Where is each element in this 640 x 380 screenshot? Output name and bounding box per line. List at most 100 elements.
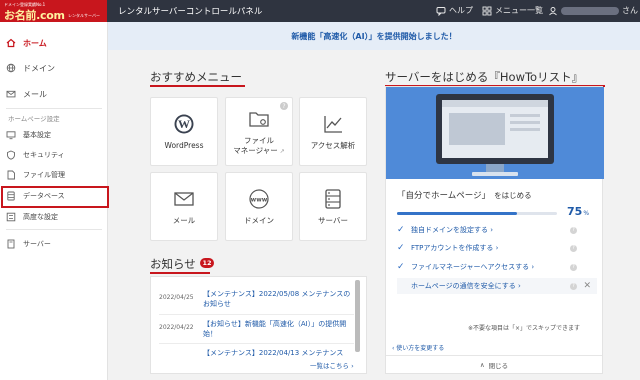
- news-link[interactable]: 【メンテナンス】2022/05/08 メンテナンスのお知らせ: [203, 289, 353, 309]
- help-icon[interactable]: ?: [570, 244, 577, 252]
- card-wordpress[interactable]: W WordPress: [150, 97, 218, 166]
- card-access-analytics[interactable]: アクセス解析: [299, 97, 367, 166]
- sidebar-item-file-manager[interactable]: ファイル管理: [0, 167, 108, 183]
- wordpress-icon: W: [172, 112, 196, 136]
- sidebar-item-home[interactable]: ホーム: [0, 32, 108, 54]
- howto-goal-main: 「自分でホームページ」: [397, 191, 491, 201]
- server-icon: [6, 239, 16, 249]
- news-scrollbar[interactable]: [355, 280, 360, 352]
- help-chat-icon: [436, 6, 446, 16]
- sidebar-item-label: ドメイン: [23, 63, 55, 73]
- news-separator: [159, 314, 354, 315]
- task-label[interactable]: ホームページの通信を安全にする ›: [411, 281, 521, 291]
- card-label: ドメイン: [244, 216, 274, 226]
- shield-icon: [6, 150, 16, 160]
- howto-task[interactable]: ホームページの通信を安全にする › ? ✕: [397, 278, 597, 294]
- help-icon[interactable]: ?: [280, 102, 288, 110]
- user-menu[interactable]: さん: [548, 5, 638, 16]
- recommended-title: おすすめメニュー: [150, 70, 242, 84]
- sidebar-item-label: 高度な設定: [23, 213, 58, 221]
- news-separator: [159, 343, 354, 344]
- news-link[interactable]: 【お知らせ】新機能「高速化（AI）」の提供開始！: [203, 319, 353, 339]
- progress-track: [397, 212, 557, 215]
- progress-value: 75: [567, 205, 583, 218]
- sidebar-item-basic-settings[interactable]: 基本設定: [0, 127, 108, 143]
- user-name-redacted: [561, 6, 619, 15]
- progress-percent: 75%: [567, 205, 589, 218]
- card-label-line1: ファイル: [243, 136, 274, 146]
- close-icon[interactable]: ✕: [583, 281, 591, 291]
- sidebar-divider: [6, 229, 102, 230]
- news-date: 2022/04/22: [159, 324, 194, 331]
- envelope-icon: [6, 89, 16, 99]
- chevron-up-icon: ∧: [479, 360, 485, 369]
- help-icon[interactable]: ?: [570, 282, 577, 290]
- sidebar-section-label: ホームページ設定: [8, 115, 60, 123]
- card-server[interactable]: サーバー: [299, 172, 367, 241]
- user-icon: [549, 6, 557, 15]
- card-mail[interactable]: メール: [150, 172, 218, 241]
- card-label: アクセス解析: [310, 141, 356, 151]
- logo-sub: レンタルサーバー: [68, 13, 100, 18]
- monitor-icon: [6, 130, 16, 140]
- onamae-logo[interactable]: ドメイン登録実績No.1 お名前.com レンタルサーバー: [0, 0, 107, 22]
- help-icon[interactable]: ?: [570, 226, 577, 234]
- monitor-illustration: [386, 87, 604, 179]
- card-label: WordPress: [164, 141, 204, 151]
- sidebar-item-mail[interactable]: メール: [0, 83, 108, 105]
- menu-list-link[interactable]: メニュー一覧: [482, 5, 543, 16]
- card-label: ファイル マネージャー ↗: [233, 136, 285, 156]
- logo-brand: お名前.com: [4, 9, 65, 22]
- task-label[interactable]: ファイルマネージャーへアクセスする ›: [411, 262, 534, 272]
- notice-banner[interactable]: 新機能「高速化（AI）」を提供開始しました！: [108, 22, 640, 50]
- change-usage-link[interactable]: ‹ 使い方を変更する: [392, 343, 444, 352]
- check-icon: ✓: [397, 243, 405, 253]
- howto-goal: 「自分でホームページ」 をはじめる: [397, 189, 532, 201]
- sidebar-item-server[interactable]: サーバー: [0, 236, 108, 252]
- howto-panel: 「自分でホームページ」 をはじめる 75% ✓ 独自ドメインを設定する › ? ✓…: [385, 86, 604, 374]
- card-label-line2: マネージャー: [233, 145, 278, 155]
- help-icon[interactable]: ?: [570, 263, 577, 271]
- svg-text:W: W: [178, 117, 190, 131]
- user-suffix: さん: [622, 6, 638, 15]
- news-underline: [150, 272, 210, 274]
- sidebar-item-domain[interactable]: ドメイン: [0, 57, 108, 79]
- grid-icon: [482, 6, 492, 15]
- howto-task[interactable]: ✓ FTPアカウントを作成する › ?: [397, 240, 597, 256]
- sidebar-item-label: ホーム: [23, 38, 47, 48]
- howto-title: サーバーをはじめる『HowToリスト』: [385, 70, 584, 84]
- top-header: ドメイン登録実績No.1 お名前.com レンタルサーバー レンタルサーバーコン…: [0, 0, 640, 22]
- news-date: 2022/04/25: [159, 294, 194, 301]
- task-label[interactable]: FTPアカウントを作成する ›: [411, 243, 498, 253]
- sidebar-item-advanced[interactable]: 高度な設定: [0, 209, 108, 225]
- howto-task[interactable]: ✓ 独自ドメインを設定する › ?: [397, 222, 597, 238]
- news-count-badge: 12: [200, 258, 214, 268]
- www-globe-icon: www: [247, 187, 271, 211]
- card-file-manager[interactable]: ? ファイル マネージャー ↗: [225, 97, 293, 166]
- help-link[interactable]: ヘルプ: [436, 5, 473, 16]
- news-link[interactable]: 【メンテナンス】2022/04/13 メンテナンス: [203, 348, 353, 358]
- home-icon: [6, 38, 16, 48]
- sidebar-item-label: セキュリティ: [23, 151, 65, 159]
- news-more-link[interactable]: 一覧はこちら ›: [310, 360, 354, 370]
- check-icon: ✓: [397, 262, 405, 272]
- howto-note: ※不要な項目は「×」でスキップできます: [468, 325, 581, 332]
- recommended-underline: [150, 85, 245, 87]
- news-title: お知らせ: [150, 257, 196, 271]
- card-label: サーバー: [318, 216, 348, 226]
- howto-hero: [386, 87, 604, 179]
- sidebar-item-security[interactable]: セキュリティ: [0, 147, 108, 163]
- server-icon: [321, 187, 345, 211]
- task-label[interactable]: 独自ドメインを設定する ›: [411, 225, 493, 235]
- howto-close-button[interactable]: ∧ 閉じる: [386, 355, 602, 373]
- progress-fill: [397, 212, 517, 215]
- sidebar-item-label: サーバー: [23, 240, 51, 248]
- external-link-icon: ↗: [279, 147, 285, 155]
- svg-text:www: www: [251, 197, 268, 204]
- card-domain[interactable]: www ドメイン: [225, 172, 293, 241]
- howto-task[interactable]: ✓ ファイルマネージャーへアクセスする › ?: [397, 259, 597, 275]
- card-label: メール: [172, 216, 196, 226]
- check-icon: ✓: [397, 225, 405, 235]
- menu-list-label: メニュー一覧: [495, 6, 543, 15]
- sidebar-item-label: ファイル管理: [23, 171, 65, 179]
